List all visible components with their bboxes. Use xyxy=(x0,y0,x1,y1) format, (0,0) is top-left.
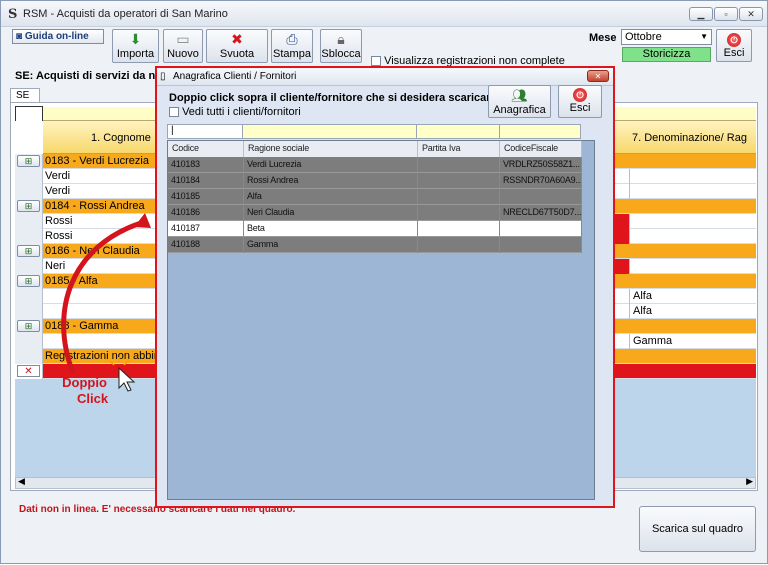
column-header[interactable]: Ragione sociale xyxy=(244,141,418,157)
anagrafica-button[interactable]: 👥︎ Anagrafica xyxy=(488,85,551,118)
annotation-line1: Doppio xyxy=(62,375,107,390)
cliente-cell-piva xyxy=(418,189,500,205)
cliente-cell-ragione: Verdi Lucrezia xyxy=(244,157,418,173)
cliente-row[interactable]: 410185 Alfa xyxy=(168,189,582,205)
cliente-cell-piva xyxy=(418,237,500,253)
cliente-row[interactable]: 410183 Verdi Lucrezia VRDLRZ50S58Z1... xyxy=(168,157,582,173)
vedi-tutti-checkbox[interactable] xyxy=(169,107,179,118)
cliente-cell-codice: 410187 xyxy=(168,221,244,237)
cliente-cell-ragione: Neri Claudia xyxy=(244,205,418,221)
cliente-cell-cf xyxy=(500,237,582,253)
cliente-cell-piva xyxy=(418,173,500,189)
cliente-cell-codice: 410186 xyxy=(168,205,244,221)
dialog-instruction: Doppio click sopra il cliente/fornitore … xyxy=(169,92,497,104)
dialog-filter-row[interactable]: | xyxy=(167,124,581,139)
cliente-cell-cf: RSSNDR70A60A9... xyxy=(500,173,582,189)
column-header[interactable]: Codice xyxy=(168,141,244,157)
cliente-cell-codice: 410188 xyxy=(168,237,244,253)
cliente-row[interactable]: 410184 Rossi Andrea RSSNDR70A60A9... xyxy=(168,173,582,189)
cliente-cell-codice: 410184 xyxy=(168,173,244,189)
doppio-click-annotation: Doppio Click xyxy=(61,375,108,407)
exit-icon: ⏻ xyxy=(573,88,587,102)
annotation-line2: Click xyxy=(77,391,109,406)
cliente-cell-piva xyxy=(418,205,500,221)
cliente-cell-piva xyxy=(418,221,500,237)
cliente-row[interactable]: 410186 Neri Claudia NRECLD67T50D7... xyxy=(168,205,582,221)
dialog-title-bar: ▯ Anagrafica Clienti / Fornitori ✕ xyxy=(157,68,613,86)
cliente-cell-ragione: Rossi Andrea xyxy=(244,173,418,189)
column-header[interactable]: CodiceFiscale xyxy=(500,141,582,157)
cliente-row[interactable]: 410188 Gamma xyxy=(168,237,582,253)
main-window: S RSM - Acquisti da operatori di San Mar… xyxy=(0,0,768,564)
dialog-app-icon: ▯ xyxy=(160,71,166,82)
cliente-cell-cf: VRDLRZ50S58Z1... xyxy=(500,157,582,173)
cliente-cell-codice: 410183 xyxy=(168,157,244,173)
cliente-cell-cf xyxy=(500,221,582,237)
filter-ragione-input[interactable] xyxy=(244,125,417,138)
people-icon: 👥︎ xyxy=(511,88,528,103)
dialog-close-button[interactable]: ✕ xyxy=(587,70,609,82)
anagrafica-label: Anagrafica xyxy=(493,104,546,116)
cliente-cell-ragione: Alfa xyxy=(244,189,418,205)
scarica-button[interactable]: Scarica sul quadro xyxy=(639,506,756,552)
cliente-cell-ragione: Gamma xyxy=(244,237,418,253)
dialog-esci-button[interactable]: ⏻ Esci xyxy=(558,85,602,118)
cliente-cell-cf: NRECLD67T50D7... xyxy=(500,205,582,221)
vedi-tutti-label: Vedi tutti i clienti/fornitori xyxy=(182,106,301,118)
filter-codice-input[interactable]: | xyxy=(168,125,243,138)
column-header[interactable]: Partita Iva xyxy=(418,141,500,157)
dialog-esci-label: Esci xyxy=(569,102,591,114)
dialog-title: Anagrafica Clienti / Fornitori xyxy=(173,71,297,82)
cliente-row[interactable]: 410187 Beta xyxy=(168,221,582,237)
clienti-grid: Codice Ragione sociale Partita Iva CodiceFi… xyxy=(167,140,595,500)
clienti-header: Codice Ragione sociale Partita Iva CodiceFi… xyxy=(168,141,582,157)
cliente-cell-codice: 410185 xyxy=(168,189,244,205)
anagrafica-dialog: ▯ Anagrafica Clienti / Fornitori ✕ Doppi… xyxy=(155,66,615,508)
filter-piva-input[interactable] xyxy=(418,125,500,138)
cliente-cell-piva xyxy=(418,157,500,173)
vedi-tutti-row[interactable]: Vedi tutti i clienti/fornitori xyxy=(169,106,301,118)
cliente-cell-cf xyxy=(500,189,582,205)
cliente-cell-ragione: Beta xyxy=(244,221,418,237)
